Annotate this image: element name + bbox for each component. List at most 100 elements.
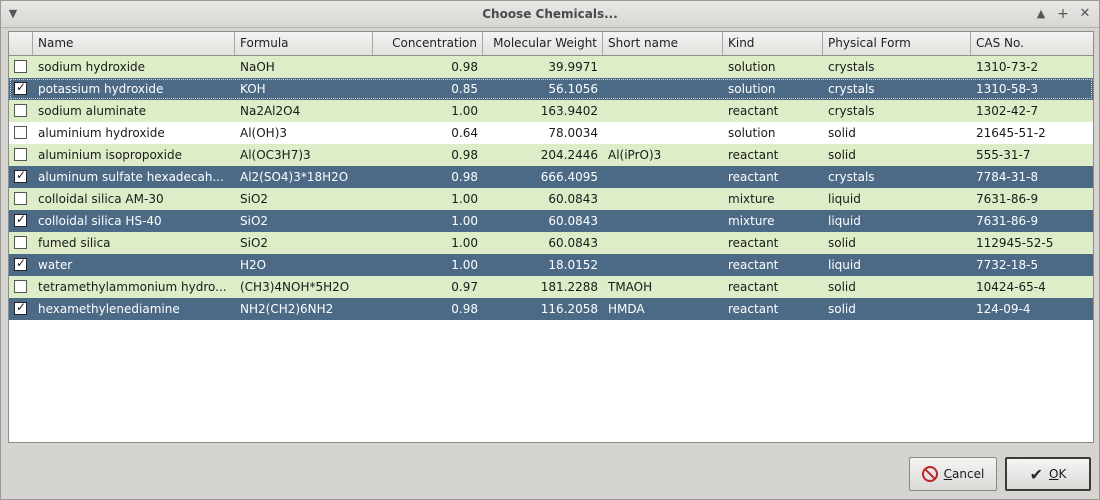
checkmark-icon: ✓ [16,80,27,94]
table-row[interactable]: ✓ colloidal silica HS-40 SiO2 1.00 60.0843 mi… [9,210,1093,232]
cell-form: solid [828,126,856,140]
window-title: Choose Chemicals... [482,7,618,21]
cell-form: crystals [828,104,875,118]
cell-name: aluminum sulfate hexadecah... [38,170,224,184]
cancel-circle-icon [921,466,938,482]
cell-concentration: 1.00 [451,236,478,250]
cell-concentration: 0.85 [451,82,478,96]
cell-short [603,122,723,144]
cell-formula: Na2Al2O4 [240,104,301,118]
cell-concentration: 0.97 [451,280,478,294]
cell-formula: SiO2 [240,192,269,206]
table-row[interactable]: ✓ fumed silica SiO2 1.00 60.0843 reactant soli… [9,232,1093,254]
column-header-concentration[interactable]: Concentration [373,32,483,55]
table-row[interactable]: ✓ aluminum sulfate hexadecah... Al2(SO4)3*… [9,166,1093,188]
cell-concentration: 1.00 [451,214,478,228]
cell-kind: solution [728,60,776,74]
cell-cas: 112945-52-5 [976,236,1054,250]
cell-form: solid [828,302,856,316]
cell-concentration: 1.00 [451,104,478,118]
row-checkbox[interactable]: ✓ [14,300,27,315]
ok-button[interactable]: ✔ OK [1005,457,1091,491]
column-header-molecular-weight[interactable]: Molecular Weight [483,32,603,55]
cell-formula: H2O [240,258,267,272]
cell-cas: 1310-73-2 [976,60,1039,74]
table-row[interactable]: ✓ sodium aluminate Na2Al2O4 1.00 163.9402 rea… [9,100,1093,122]
cell-short: HMDA [608,302,645,316]
close-x-icon[interactable]: ✕ [1077,6,1093,22]
cell-form: crystals [828,82,875,96]
cell-name: sodium hydroxide [38,60,146,74]
cell-mw: 204.2446 [540,148,598,162]
row-checkbox[interactable]: ✓ [14,126,27,139]
cell-mw: 666.4095 [540,170,598,184]
cell-cas: 1310-58-3 [976,82,1039,96]
cell-name: aluminium isopropoxide [38,148,182,162]
cell-concentration: 0.98 [451,60,478,74]
cell-formula: KOH [240,82,266,96]
table-header: Name Formula Concentration Molecular Wei… [9,32,1093,56]
checkmark-icon: ✓ [16,300,27,314]
cell-mw: 60.0843 [548,236,598,250]
cell-form: solid [828,148,856,162]
cell-kind: mixture [728,192,775,206]
column-header-name[interactable]: Name [33,32,235,55]
cell-kind: reactant [728,280,779,294]
maximize-plus-icon[interactable]: + [1055,6,1071,22]
table-row[interactable]: ✓ hexamethylenediamine NH2(CH2)6NH2 0.98 116… [9,298,1093,320]
column-header-kind[interactable]: Kind [723,32,823,55]
cell-form: liquid [828,192,861,206]
row-checkbox[interactable]: ✓ [14,280,27,293]
column-header-check[interactable] [9,32,33,55]
column-header-short-name[interactable]: Short name [603,32,723,55]
row-checkbox[interactable]: ✓ [14,212,27,227]
cell-name: colloidal silica HS-40 [38,214,162,228]
cell-formula: Al(OH)3 [240,126,288,140]
row-checkbox[interactable]: ✓ [14,60,27,73]
chemicals-table[interactable]: Name Formula Concentration Molecular Wei… [8,31,1094,443]
row-checkbox[interactable]: ✓ [14,256,27,271]
table-row[interactable]: ✓ aluminium isopropoxide Al(OC3H7)3 0.98 204… [9,144,1093,166]
cell-short [603,166,723,188]
checkmark-icon: ✓ [16,168,27,182]
table-row[interactable]: ✓ sodium hydroxide NaOH 0.98 39.9971 solution… [9,56,1093,78]
cell-short [603,210,723,232]
ok-button-label: OK [1049,467,1067,481]
table-row[interactable]: ✓ tetramethylammonium hydro... (CH3)4NOH*5… [9,276,1093,298]
cell-formula: SiO2 [240,236,269,250]
cell-form: solid [828,236,856,250]
row-checkbox[interactable]: ✓ [14,168,27,183]
row-checkbox[interactable]: ✓ [14,104,27,117]
table-row[interactable]: ✓ aluminium hydroxide Al(OH)3 0.64 78.0034 so… [9,122,1093,144]
cell-cas: 21645-51-2 [976,126,1046,140]
cancel-button[interactable]: Cancel [909,457,997,491]
cell-kind: reactant [728,170,779,184]
column-header-physical-form[interactable]: Physical Form [823,32,971,55]
row-checkbox[interactable]: ✓ [14,148,27,161]
column-header-formula[interactable]: Formula [235,32,373,55]
cell-cas: 555-31-7 [976,148,1031,162]
cell-short [603,56,723,78]
cell-name: hexamethylenediamine [38,302,180,316]
row-checkbox[interactable]: ✓ [14,192,27,205]
table-row[interactable]: ✓ potassium hydroxide KOH 0.85 56.1056 soluti… [9,78,1093,100]
cell-concentration: 1.00 [451,258,478,272]
cell-kind: solution [728,82,776,96]
cell-name: potassium hydroxide [38,82,164,96]
up-arrow-icon[interactable]: ▲ [1033,6,1049,22]
cell-kind: reactant [728,236,779,250]
cell-kind: solution [728,126,776,140]
column-header-cas-no[interactable]: CAS No. [971,32,1093,55]
cell-name: tetramethylammonium hydro... [38,280,227,294]
row-checkbox[interactable]: ✓ [14,236,27,249]
table-row[interactable]: ✓ water H2O 1.00 18.0152 reactant liquid 7732-1… [9,254,1093,276]
cell-cas: 1302-42-7 [976,104,1039,118]
cell-cas: 7784-31-8 [976,170,1039,184]
cell-concentration: 1.00 [451,192,478,206]
title-bar[interactable]: ▼ Choose Chemicals... ▲ + ✕ [1,1,1099,28]
cell-form: solid [828,280,856,294]
table-row[interactable]: ✓ colloidal silica AM-30 SiO2 1.00 60.0843 mi… [9,188,1093,210]
row-checkbox[interactable]: ✓ [14,80,27,95]
cell-name: sodium aluminate [38,104,147,118]
cell-mw: 116.2058 [540,302,598,316]
